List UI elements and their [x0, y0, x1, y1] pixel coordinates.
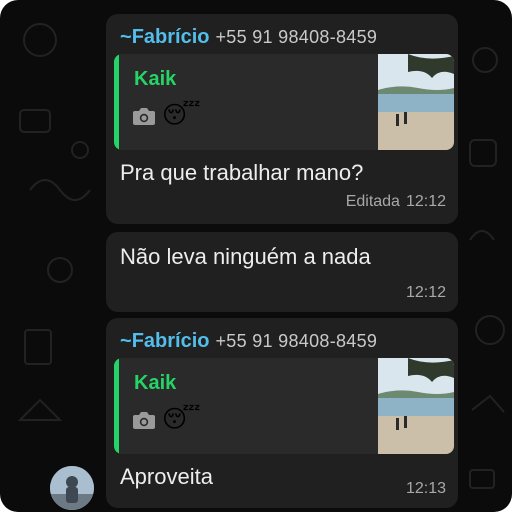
message-time: 12:13: [405, 480, 446, 497]
message-meta: Editada 12:12: [346, 193, 446, 211]
quote-thumbnail: [378, 54, 454, 150]
sender-phone: +55 91 98408-8459: [215, 330, 378, 351]
sleeping-emoji: 😴: [162, 406, 201, 433]
message-bubble[interactable]: ~Fabrício +55 91 98408-8459 Kaik 😴: [106, 318, 458, 508]
message-bubble[interactable]: Não leva ninguém a nada 12:12: [106, 232, 458, 312]
sender-name: ~Fabrício: [120, 26, 209, 49]
sender-name-text: Fabrício: [131, 25, 210, 48]
sender-prefix: ~: [120, 329, 132, 352]
quote-author: Kaik: [134, 68, 177, 90]
camera-icon: [133, 108, 155, 125]
message-bubble[interactable]: ~Fabrício +55 91 98408-8459 Kaik 😴: [106, 14, 458, 224]
chat-window: ~Fabrício +55 91 98408-8459 Kaik 😴 Pra q…: [0, 0, 512, 512]
quote-accent-bar: [114, 358, 119, 454]
message-meta: 12:13: [400, 480, 446, 498]
sender-name-text: Fabrício: [131, 329, 210, 352]
message-text: Aproveita: [120, 464, 213, 489]
message-sender[interactable]: ~Fabrício +55 91 98408-8459: [120, 330, 377, 352]
message-text: Pra que trabalhar mano?: [120, 160, 364, 185]
quote-accent-bar: [114, 54, 119, 150]
sender-phone: +55 91 98408-8459: [215, 26, 378, 47]
edited-label: Editada: [345, 193, 400, 210]
avatar[interactable]: [50, 466, 94, 510]
camera-icon: [133, 412, 155, 429]
quote-preview: 😴: [132, 104, 201, 128]
sender-name: ~Fabrício: [120, 330, 209, 353]
sleeping-emoji: 😴: [162, 102, 201, 129]
quoted-message[interactable]: Kaik 😴: [114, 54, 454, 150]
message-text: Não leva ninguém a nada: [120, 244, 371, 269]
sender-prefix: ~: [120, 25, 132, 48]
quote-preview: 😴: [132, 408, 201, 432]
message-time: 12:12: [405, 284, 446, 301]
message-sender[interactable]: ~Fabrício +55 91 98408-8459: [120, 26, 377, 48]
quote-thumbnail: [378, 358, 454, 454]
quote-author: Kaik: [134, 372, 177, 394]
message-time: 12:12: [405, 193, 446, 210]
message-meta: 12:12: [400, 284, 446, 302]
quoted-message[interactable]: Kaik 😴: [114, 358, 454, 454]
